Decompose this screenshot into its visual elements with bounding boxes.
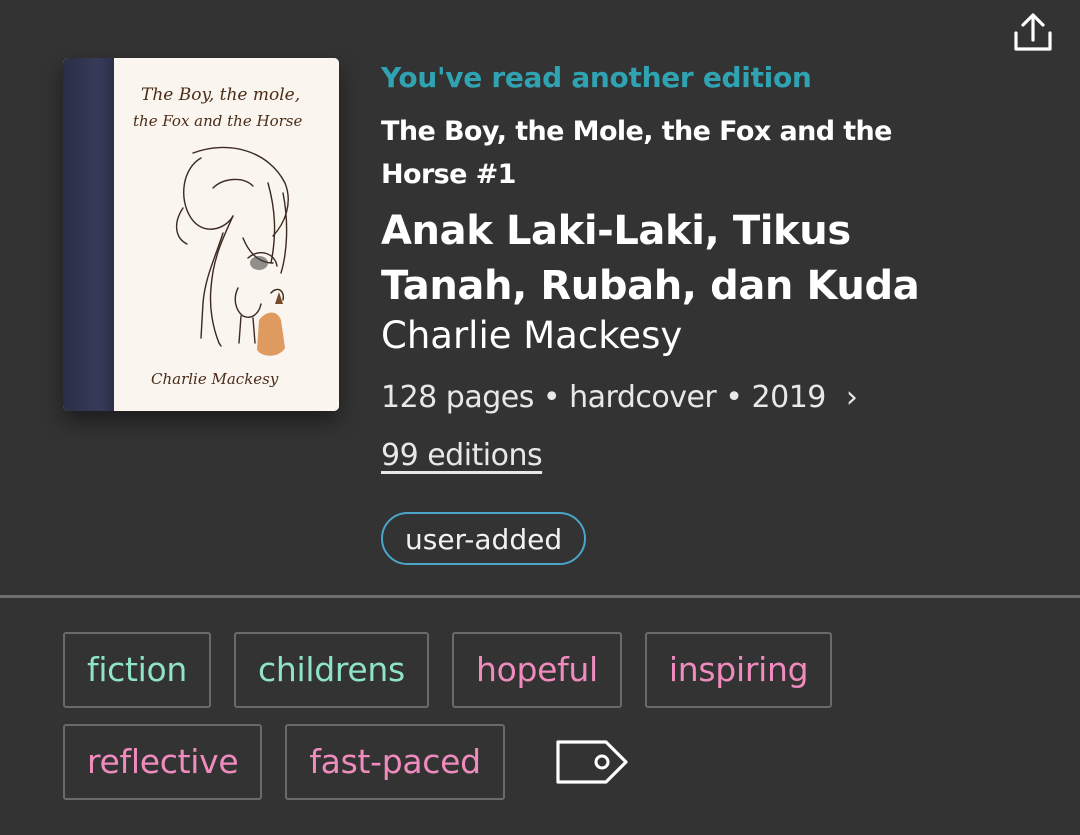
chevron-right-icon: › xyxy=(845,380,858,415)
cover-author: Charlie Mackesy xyxy=(151,370,279,388)
tag-childrens[interactable]: childrens xyxy=(234,632,429,708)
book-cover[interactable]: The Boy, the mole, the Fox and the Horse… xyxy=(63,58,339,411)
cover-fox-ears xyxy=(275,292,283,304)
series-title[interactable]: The Boy, the Mole, the Fox and the Horse… xyxy=(381,110,921,196)
user-added-badge: user-added xyxy=(381,512,587,565)
author-link[interactable]: Charlie Mackesy xyxy=(381,312,1001,360)
book-info: You've read another edition The Boy, the… xyxy=(381,60,1001,565)
cover-illustration: The Boy, the mole, the Fox and the Horse… xyxy=(133,85,302,388)
divider xyxy=(0,595,1080,598)
book-title: Anak Laki-Laki, Tikus Tanah, Rubah, dan … xyxy=(381,208,920,309)
tag-inspiring[interactable]: inspiring xyxy=(644,632,833,708)
cover-mole xyxy=(250,256,268,270)
tag-fiction[interactable]: fiction xyxy=(63,632,212,708)
editions-link[interactable]: 99 editions xyxy=(381,436,543,476)
read-status[interactable]: You've read another edition xyxy=(381,60,1001,96)
tag-list: fiction childrens hopeful inspiring refl… xyxy=(63,632,1043,816)
tag-icon xyxy=(556,740,628,784)
add-tag-button[interactable] xyxy=(552,734,632,790)
book-meta-row[interactable]: 128 pages • hardcover • 2019 › xyxy=(381,378,1001,418)
share-button[interactable] xyxy=(1010,12,1056,54)
cover-title-line2: the Fox and the Horse xyxy=(133,112,302,130)
tag-reflective[interactable]: reflective xyxy=(63,724,263,800)
cover-fox xyxy=(257,312,285,356)
book-meta: 128 pages • hardcover • 2019 xyxy=(381,380,826,415)
tag-row: reflective fast-paced xyxy=(63,724,1043,800)
tag-hopeful[interactable]: hopeful xyxy=(451,632,622,708)
tag-row: fiction childrens hopeful inspiring xyxy=(63,632,1043,708)
cover-title-line1: The Boy, the mole, xyxy=(141,85,300,105)
share-icon xyxy=(1014,13,1052,51)
tag-fast-paced[interactable]: fast-paced xyxy=(285,724,505,800)
